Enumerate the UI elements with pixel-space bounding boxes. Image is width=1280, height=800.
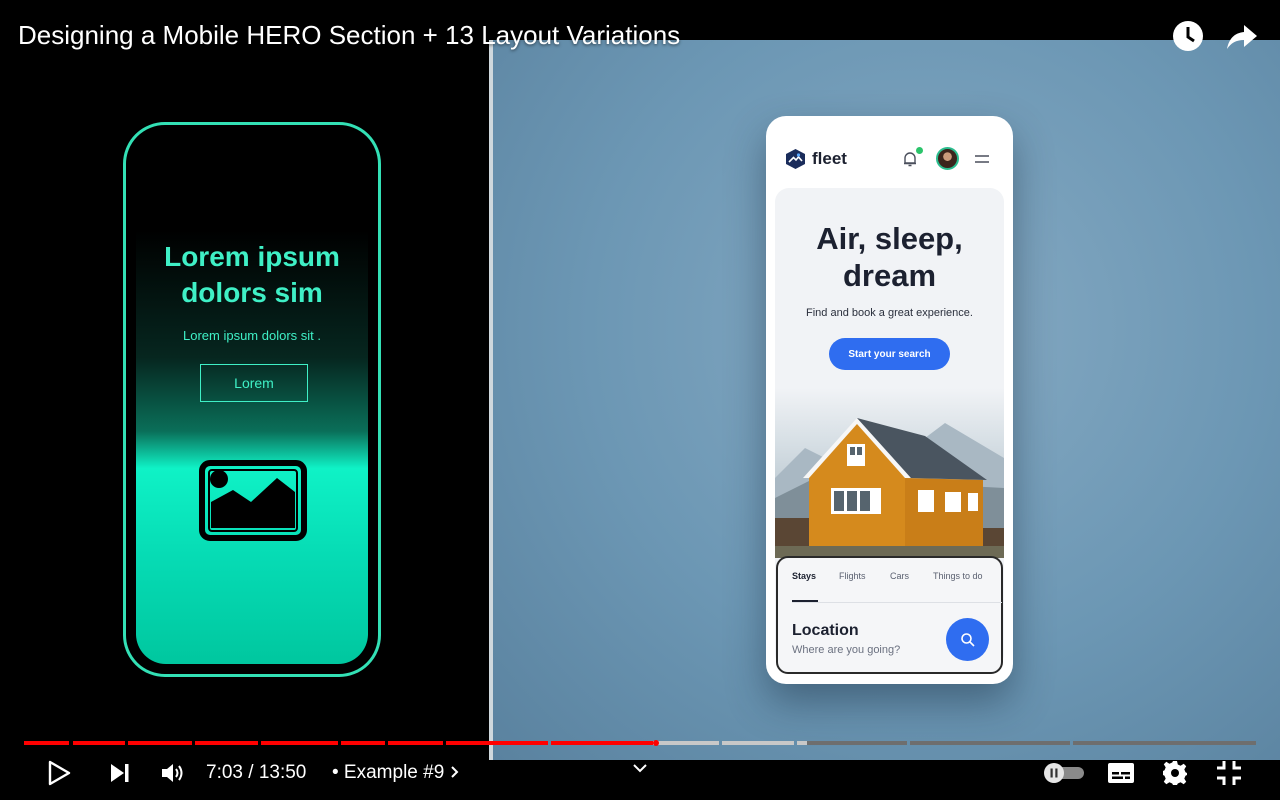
split-divider	[489, 40, 493, 760]
chevron-right-icon	[450, 766, 458, 778]
autoplay-toggle[interactable]	[1042, 762, 1086, 784]
search-panel: Stays Flights Cars Things to do Location…	[776, 556, 1003, 674]
clock-icon[interactable]	[1170, 18, 1206, 54]
tab-flights[interactable]: Flights	[839, 571, 866, 581]
start-search-button[interactable]: Start your search	[829, 338, 950, 370]
chapter-segment	[797, 741, 807, 745]
wireframe-title: Lorem ipsum dolors sim	[164, 241, 340, 308]
chapter-segment	[446, 741, 548, 745]
notification-dot	[916, 147, 923, 154]
fleet-logo-icon	[786, 149, 805, 169]
location-label: Location	[792, 622, 859, 639]
chapter-segment	[551, 741, 653, 745]
hamburger-menu-icon[interactable]	[974, 152, 990, 166]
captions-icon[interactable]	[1107, 761, 1135, 785]
wireframe-button: Lorem	[200, 364, 308, 402]
chapter-segment	[722, 741, 794, 745]
brand-name: fleet	[812, 149, 847, 168]
tab-things-to-do[interactable]: Things to do	[933, 571, 983, 581]
time-display: 7:03 / 13:50	[206, 762, 307, 783]
tabs-baseline	[792, 602, 1002, 603]
chapter-segment	[128, 741, 192, 745]
chapter-segment	[195, 741, 258, 745]
chapter-segment	[73, 741, 125, 745]
hero-title: Air, sleep, dream	[816, 221, 963, 293]
chapter-segment	[341, 741, 385, 745]
location-input[interactable]: Where are you going?	[792, 644, 900, 656]
chapter-label: • Example #9	[332, 762, 445, 783]
house-photo	[775, 388, 1004, 558]
fleet-app-phone: fleet Air, sleep, dream Find and book a …	[766, 116, 1013, 684]
chapter-segment	[807, 741, 907, 745]
wireframe-subtitle: Lorem ipsum dolors sit .	[183, 328, 321, 343]
chapter-segment	[24, 741, 69, 745]
settings-icon[interactable]	[1162, 760, 1188, 786]
active-tab-indicator	[792, 600, 818, 602]
chapter-segment	[1073, 741, 1256, 745]
volume-icon[interactable]	[160, 761, 186, 785]
avatar[interactable]	[936, 147, 959, 170]
play-icon[interactable]	[46, 760, 72, 786]
chapter-segment	[653, 741, 719, 745]
app-header: fleet	[766, 116, 1013, 188]
chapter-segment	[261, 741, 338, 745]
wireframe-screen: Lorem ipsum dolors sim Lorem ipsum dolor…	[136, 135, 368, 664]
chapter-title[interactable]: • Example #9	[332, 762, 460, 784]
wireframe-phone: Lorem ipsum dolors sim Lorem ipsum dolor…	[123, 122, 381, 677]
tab-stays[interactable]: Stays	[792, 571, 816, 581]
chapter-segment	[910, 741, 1070, 745]
image-placeholder-icon	[199, 460, 307, 541]
chapter-segment	[388, 741, 443, 745]
search-button[interactable]	[946, 618, 989, 661]
exit-fullscreen-icon[interactable]	[1216, 760, 1242, 786]
chevron-down-icon[interactable]	[630, 758, 650, 778]
scrubber-handle[interactable]	[653, 740, 659, 746]
tab-cars[interactable]: Cars	[890, 571, 909, 581]
hero-subtitle: Find and book a great experience.	[806, 307, 973, 319]
progress-bar[interactable]	[24, 741, 1256, 745]
next-icon[interactable]	[108, 762, 132, 784]
share-icon[interactable]	[1224, 18, 1260, 54]
video-title[interactable]: Designing a Mobile HERO Section + 13 Lay…	[18, 20, 680, 51]
search-icon	[960, 632, 975, 647]
